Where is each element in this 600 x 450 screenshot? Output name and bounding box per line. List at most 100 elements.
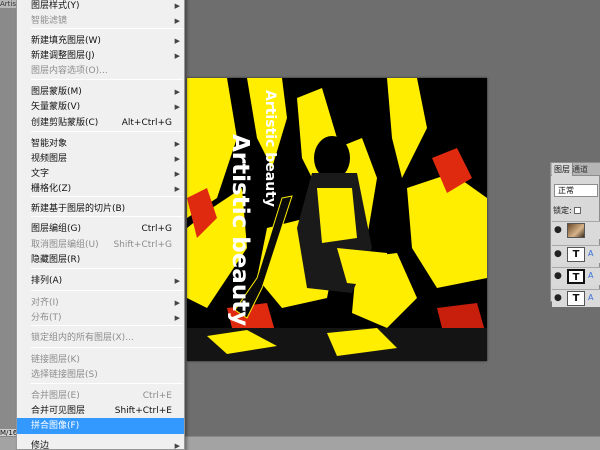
menu-item-label: 智能滤镜 — [31, 16, 68, 26]
layer-row[interactable]: ● T A — [552, 267, 600, 285]
menu-item-label: 合并图层(E) — [31, 391, 80, 401]
submenu-arrow-icon: ▶ — [174, 17, 180, 25]
submenu-arrow-icon: ▶ — [174, 299, 180, 307]
menu-item[interactable]: 图层编组(G) Ctrl+G — [17, 221, 184, 237]
layer-name: A — [588, 271, 594, 280]
menu-item[interactable]: 创建剪贴蒙版(C) Alt+Ctrl+G — [17, 115, 184, 131]
menu-separator — [31, 268, 183, 269]
menu-separator — [31, 290, 183, 291]
menu-item-label: 拼合图像(F) — [31, 421, 80, 431]
layer-thumbnail-image — [567, 223, 585, 238]
submenu-arrow-icon: ▶ — [174, 314, 180, 322]
menu-item[interactable]: 图层蒙版(M) ▶ — [17, 84, 184, 100]
menu-item-label: 新建填充图层(W) — [31, 36, 101, 46]
menu-item[interactable]: 文字 ▶ — [17, 166, 184, 182]
menu-item[interactable]: 拼合图像(F) — [17, 418, 184, 434]
canvas-text-large: Artistic beauty — [227, 134, 253, 327]
layer-thumbnail-text-icon: T — [567, 247, 585, 262]
menu-separator — [31, 383, 183, 384]
menu-item: 分布(T) ▶ — [17, 310, 184, 326]
menu-item-label: 排列(A) — [31, 276, 63, 286]
menu-item-label: 新建基于图层的切片(B) — [31, 204, 126, 214]
menu-item-label: 视频图层 — [31, 154, 68, 164]
menu-item-label: 图层蒙版(M) — [31, 87, 82, 97]
menu-item-label: 智能对象 — [31, 139, 68, 149]
menu-item-shortcut: Ctrl+E — [142, 391, 172, 401]
menu-item-label: 矢量蒙版(V) — [31, 102, 81, 112]
layer-context-menu: 图层样式(Y) ▶ 智能滤镜 ▶ 新建填充图层(W) ▶ 新建调整图层(J) ▶ 图层内容选项(… — [16, 0, 185, 450]
menu-item-label: 合并可见图层 — [31, 406, 86, 416]
layer-row[interactable]: ● T A — [552, 289, 600, 307]
submenu-arrow-icon: ▶ — [174, 103, 180, 111]
menu-item[interactable]: 栅格化(Z) ▶ — [17, 181, 184, 197]
menu-item-shortcut: Alt+Ctrl+G — [121, 118, 172, 128]
menu-separator — [31, 347, 183, 348]
submenu-arrow-icon: ▶ — [174, 185, 180, 193]
menu-item-label: 图层样式(Y) — [31, 1, 80, 11]
submenu-arrow-icon: ▶ — [174, 155, 180, 163]
layer-thumbnail-text-icon: T — [567, 291, 585, 306]
menu-item: 合并图层(E) Ctrl+E — [17, 388, 184, 404]
menu-item: 对齐(I) ▶ — [17, 295, 184, 311]
layer-name: A — [588, 249, 594, 258]
menu-item[interactable]: 修边 ▶ — [17, 438, 184, 450]
menu-item-label: 图层内容选项(O)... — [31, 66, 108, 76]
document-edge: Artis — [0, 0, 16, 450]
lock-row: 锁定: — [553, 205, 599, 217]
menu-item-label: 取消图层编组(U) — [31, 240, 99, 250]
submenu-arrow-icon: ▶ — [174, 37, 180, 45]
visibility-eye-icon[interactable]: ● — [554, 272, 563, 281]
menu-item: 锁定组内的所有图层(X)... — [17, 330, 184, 346]
document-canvas[interactable]: Artistic beauty Artistic beauty — [187, 78, 487, 361]
menu-item-label: 文字 — [31, 169, 50, 179]
submenu-arrow-icon: ▶ — [174, 2, 180, 10]
blend-mode-select[interactable]: 正常 — [554, 184, 598, 197]
menu-item-label: 分布(T) — [31, 313, 62, 323]
layer-thumbnail-text-icon: T — [567, 269, 585, 284]
menu-item: 图层内容选项(O)... — [17, 63, 184, 79]
menu-item[interactable]: 视频图层 ▶ — [17, 151, 184, 167]
visibility-eye-icon[interactable]: ● — [554, 294, 563, 303]
layer-row[interactable]: ● T A — [552, 245, 600, 263]
menu-item[interactable]: 新建基于图层的切片(B) — [17, 201, 184, 217]
menu-item-label: 栅格化(Z) — [31, 184, 72, 194]
menu-item-label: 隐藏图层(R) — [31, 255, 81, 265]
menu-item[interactable]: 图层样式(Y) ▶ — [17, 0, 184, 14]
menu-item[interactable]: 合并可见图层 Shift+Ctrl+E — [17, 403, 184, 419]
menu-item-shortcut: Shift+Ctrl+E — [114, 406, 172, 416]
menu-item-label: 修边 — [31, 441, 50, 450]
menu-item-label: 选择链接图层(S) — [31, 370, 98, 380]
tab-channels[interactable]: 通道 — [570, 163, 590, 176]
menu-item-shortcut: Ctrl+G — [141, 224, 172, 234]
canvas-text-small: Artistic beauty — [262, 90, 278, 207]
menu-separator — [31, 131, 183, 132]
menu-item-shortcut: Shift+Ctrl+G — [113, 240, 172, 250]
menu-item-label: 新建调整图层(J) — [31, 51, 95, 61]
submenu-arrow-icon: ▶ — [174, 277, 180, 285]
menu-item[interactable]: 排列(A) ▶ — [17, 273, 184, 289]
menu-item[interactable]: 智能对象 ▶ — [17, 136, 184, 152]
menu-item[interactable]: 新建填充图层(W) ▶ — [17, 33, 184, 49]
visibility-eye-icon[interactable]: ● — [554, 250, 563, 259]
lock-label: 锁定: — [553, 206, 572, 215]
layer-name: A — [588, 293, 594, 302]
menu-item[interactable]: 隐藏图层(R) — [17, 252, 184, 268]
lock-transparency-icon[interactable] — [573, 207, 581, 214]
submenu-arrow-icon: ▶ — [174, 170, 180, 178]
menu-item-label: 对齐(I) — [31, 298, 59, 308]
layer-row[interactable]: ● — [552, 221, 600, 239]
submenu-arrow-icon: ▶ — [174, 442, 180, 450]
document-tab-caption: Artis — [0, 0, 16, 8]
visibility-eye-icon[interactable]: ● — [554, 226, 563, 235]
layers-panel: 图层 通道 正常 锁定: ● ● T A ● T A ● T A — [550, 162, 600, 307]
menu-item[interactable]: 新建调整图层(J) ▶ — [17, 48, 184, 64]
submenu-arrow-icon: ▶ — [174, 140, 180, 148]
panel-tabs: 图层 通道 — [551, 163, 600, 176]
menu-item: 链接图层(K) — [17, 352, 184, 368]
menu-item[interactable]: 矢量蒙版(V) ▶ — [17, 99, 184, 115]
menu-item-label: 图层编组(G) — [31, 224, 81, 234]
menu-item: 智能滤镜 ▶ — [17, 13, 184, 29]
menu-item-label: 创建剪贴蒙版(C) — [31, 118, 99, 128]
submenu-arrow-icon: ▶ — [174, 52, 180, 60]
menu-item: 选择链接图层(S) — [17, 367, 184, 383]
